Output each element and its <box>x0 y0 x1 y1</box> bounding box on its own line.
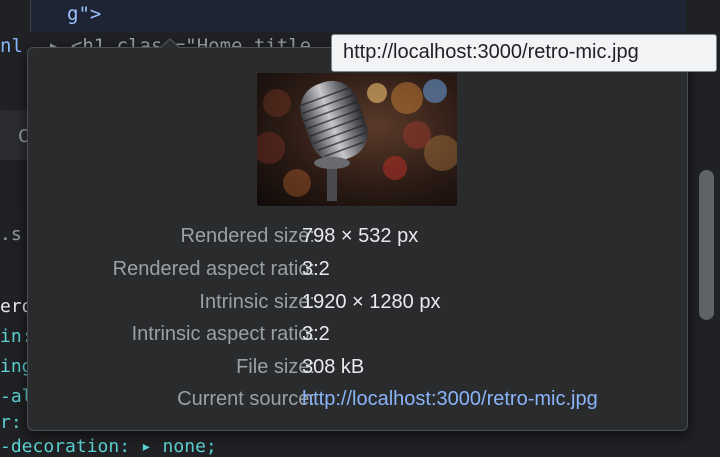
rendered-size-value: 798 × 532 px <box>302 225 419 247</box>
image-preview-popover: Rendered size: 798 × 532 px Rendered asp… <box>27 47 688 431</box>
current-source-link[interactable]: http://localhost:3000/retro-mic.jpg <box>302 388 598 411</box>
file-size-value: 308 kB <box>302 356 365 378</box>
intrinsic-size-label: Intrinsic size: <box>199 291 315 313</box>
stylesheet-link-fragment[interactable]: .s <box>0 224 22 245</box>
file-size-row: File size: 308 kB <box>28 352 687 384</box>
rendered-aspect-ratio-value: 3:2 <box>302 258 330 280</box>
rendered-aspect-ratio-label: Rendered aspect ratio: <box>112 258 315 280</box>
url-tooltip: http://localhost:3000/retro-mic.jpg <box>331 34 717 72</box>
rendered-aspect-ratio-row: Rendered aspect ratio: 3:2 <box>28 254 687 286</box>
intrinsic-size-row: Intrinsic size: 1920 × 1280 px <box>28 287 687 319</box>
elements-code-line: g"> <box>30 0 687 32</box>
intrinsic-size-value: 1920 × 1280 px <box>302 291 441 313</box>
panel-tab-fragment[interactable]: nl <box>0 35 23 57</box>
intrinsic-aspect-ratio-row: Intrinsic aspect ratio: 3:2 <box>28 319 687 351</box>
scrollbar-thumb[interactable] <box>699 170 714 320</box>
rendered-size-row: Rendered size: 798 × 532 px <box>28 221 687 253</box>
rendered-size-label: Rendered size: <box>180 225 315 247</box>
image-thumbnail <box>257 73 457 206</box>
code-line-text: g"> <box>67 3 102 25</box>
current-source-row: Current source: http://localhost:3000/re… <box>28 384 687 416</box>
url-tooltip-text: http://localhost:3000/retro-mic.jpg <box>343 41 639 63</box>
intrinsic-aspect-ratio-label: Intrinsic aspect ratio: <box>131 323 315 345</box>
css-prop-fragment: r: <box>0 412 22 433</box>
current-source-label: Current source: <box>177 388 315 410</box>
popover-caret-fill <box>160 40 180 49</box>
intrinsic-aspect-ratio-value: 3:2 <box>302 323 330 345</box>
